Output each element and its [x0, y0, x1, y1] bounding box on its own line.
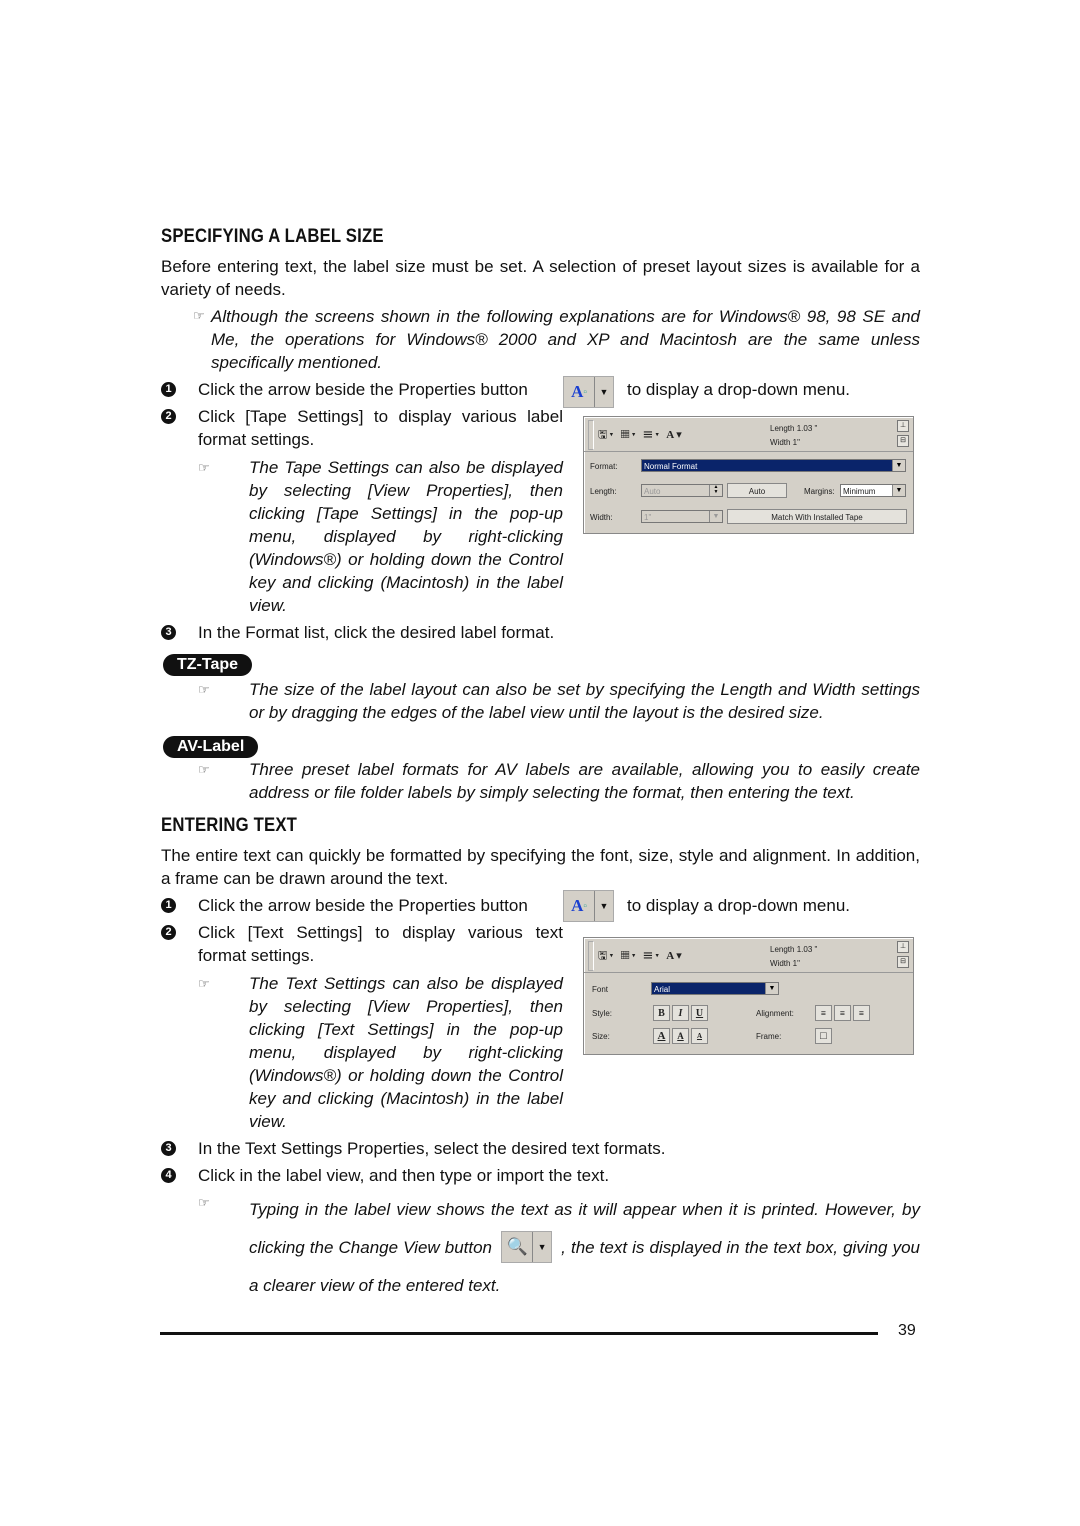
tz-tape-badge: TZ-Tape [163, 654, 253, 676]
dropdown-arrow-icon[interactable]: ▼ [892, 460, 905, 471]
note-hand-icon: ☞ [198, 762, 210, 777]
dropdown-arrow-icon[interactable]: ▼ [765, 983, 778, 994]
step1-text: Click the arrow beside the Properties bu… [198, 380, 528, 399]
step-number: 2 [161, 925, 176, 940]
note-hand-icon: ☞ [198, 460, 210, 475]
size-label: Size: [592, 1032, 610, 1041]
toolbar-grip[interactable] [588, 941, 594, 971]
align-center-icon[interactable]: ≡ [834, 1005, 851, 1021]
tape-settings-panel: 🖫▾ ▦▾ ☰▾ A▾ Length 1.03 " Width 1" ⊥ ⊟ F… [583, 416, 914, 534]
spinner-icon[interactable]: ▲ ▼ [709, 485, 722, 496]
dropdown-arrow-icon[interactable]: ▼ [892, 485, 905, 496]
step1-text: Click the arrow beside the Properties bu… [198, 896, 528, 915]
note-hand-icon: ☞ [198, 1195, 210, 1210]
float-icon[interactable]: ⊟ [897, 956, 909, 968]
align-right-icon[interactable]: ≡ [853, 1005, 870, 1021]
size-small-icon[interactable]: A [691, 1028, 708, 1044]
dropdown-arrow-icon[interactable]: ▼ [533, 1232, 551, 1262]
step4-text: Click in the label view, and then type o… [198, 1166, 610, 1185]
step1-text-after: to display a drop-down menu. [627, 380, 851, 399]
toolbar-grip[interactable] [588, 420, 594, 450]
step3-text: In the Format list, click the desired la… [198, 623, 555, 642]
underline-button[interactable]: U [691, 1005, 708, 1021]
width-label: Width: [590, 513, 613, 522]
note-hand-icon: ☞ [198, 976, 210, 991]
width-readout: Width 1" [770, 438, 800, 447]
toolbar-tool-icons[interactable]: 🖫▾ ▦▾ ☰▾ A▾ [598, 947, 684, 966]
font-label: Font [592, 985, 609, 994]
av-label-badge: AV-Label [163, 736, 259, 758]
toolbar-tool-icons[interactable]: 🖫▾ ▦▾ ☰▾ A▾ [598, 426, 684, 445]
step-number: 1 [161, 898, 176, 913]
tz-tape-note: The size of the label layout can also be… [249, 680, 920, 722]
margins-value: Minimum [843, 487, 876, 496]
step-number: 2 [161, 409, 176, 424]
italic-button[interactable]: I [672, 1005, 689, 1021]
dropdown-arrow-icon[interactable]: ▼ [709, 511, 722, 522]
bold-button[interactable]: B [653, 1005, 670, 1021]
dropdown-arrow-icon[interactable]: ▼ [595, 377, 613, 407]
length-value: Auto [644, 487, 661, 496]
width-select[interactable]: 1" ▼ [641, 510, 723, 523]
change-view-icon: 🔍 [502, 1231, 534, 1262]
font-select[interactable]: Arial ▼ [651, 982, 779, 995]
step3-text: In the Text Settings Properties, select … [198, 1139, 666, 1158]
step2-note: The Text Settings can also be displayed … [249, 974, 563, 1131]
note-hand-icon: ☞ [193, 308, 205, 323]
length-readout: Length 1.03 " [770, 945, 818, 954]
format-label: Format: [590, 462, 618, 471]
auto-button[interactable]: Auto [727, 483, 787, 498]
dock-icon[interactable]: ⊥ [897, 420, 909, 432]
footer-rule [160, 1332, 878, 1335]
alignment-label: Alignment: [756, 1009, 794, 1018]
style-label: Style: [592, 1009, 613, 1018]
frame-icon[interactable]: □ [815, 1028, 832, 1044]
dock-icon[interactable]: ⊥ [897, 941, 909, 953]
properties-icon: A ▫ [564, 377, 595, 407]
size-large-icon[interactable]: A [653, 1028, 670, 1044]
frame-label: Frame: [756, 1032, 782, 1041]
change-view-button[interactable]: 🔍 ▼ [501, 1230, 553, 1263]
heading-entering-text: ENTERING TEXT [161, 815, 298, 836]
margins-label: Margins: [804, 487, 835, 496]
properties-toolbar: 🖫▾ ▦▾ ☰▾ A▾ Length 1.03 " Width 1" ⊥ ⊟ [584, 938, 913, 973]
properties-button[interactable]: A ▫ ▼ [563, 890, 614, 922]
format-value: Normal Format [644, 462, 698, 471]
step2-text: Click [Tape Settings] to display various… [198, 407, 563, 449]
width-value: 1" [644, 513, 652, 522]
step4-note: Typing in the label view shows the text … [249, 1191, 920, 1305]
align-left-icon[interactable]: ≡ [815, 1005, 832, 1021]
properties-icon: A ▫ [564, 891, 595, 921]
match-installed-tape-button[interactable]: Match With Installed Tape [727, 509, 907, 524]
section1-intro: Before entering text, the label size mus… [161, 257, 920, 299]
float-icon[interactable]: ⊟ [897, 435, 909, 447]
length-label: Length: [590, 487, 617, 496]
step2-text: Click [Text Settings] to display various… [198, 923, 563, 965]
page-number: 39 [898, 1322, 916, 1339]
dropdown-arrow-icon[interactable]: ▼ [595, 891, 613, 921]
font-value: Arial [654, 985, 671, 994]
section1-note: Although the screens shown in the follow… [211, 307, 920, 372]
properties-button[interactable]: A ▫ ▼ [563, 376, 614, 408]
av-label-note: Three preset label formats for AV labels… [249, 760, 920, 802]
width-readout: Width 1" [770, 959, 800, 968]
step-number: 1 [161, 382, 176, 397]
step-number: 4 [161, 1168, 176, 1183]
section2-intro: The entire text can quickly be formatted… [161, 846, 920, 888]
step2-note: The Tape Settings can also be displayed … [249, 458, 563, 615]
step-number: 3 [161, 1141, 176, 1156]
step-number: 3 [161, 625, 176, 640]
length-readout: Length 1.03 " [770, 424, 818, 433]
length-input[interactable]: Auto ▲ ▼ [641, 484, 723, 497]
step1-text-after: to display a drop-down menu. [627, 896, 851, 915]
format-select[interactable]: Normal Format ▼ [641, 459, 906, 472]
size-medium-icon[interactable]: A [672, 1028, 689, 1044]
manual-page: SPECIFYING A LABEL SIZE Before entering … [0, 0, 1080, 1526]
properties-toolbar: 🖫▾ ▦▾ ☰▾ A▾ Length 1.03 " Width 1" ⊥ ⊟ [584, 417, 913, 452]
heading-specifying-label-size: SPECIFYING A LABEL SIZE [161, 226, 384, 247]
margins-select[interactable]: Minimum ▼ [840, 484, 906, 497]
text-settings-panel: 🖫▾ ▦▾ ☰▾ A▾ Length 1.03 " Width 1" ⊥ ⊟ F… [583, 937, 914, 1055]
note-hand-icon: ☞ [198, 682, 210, 697]
